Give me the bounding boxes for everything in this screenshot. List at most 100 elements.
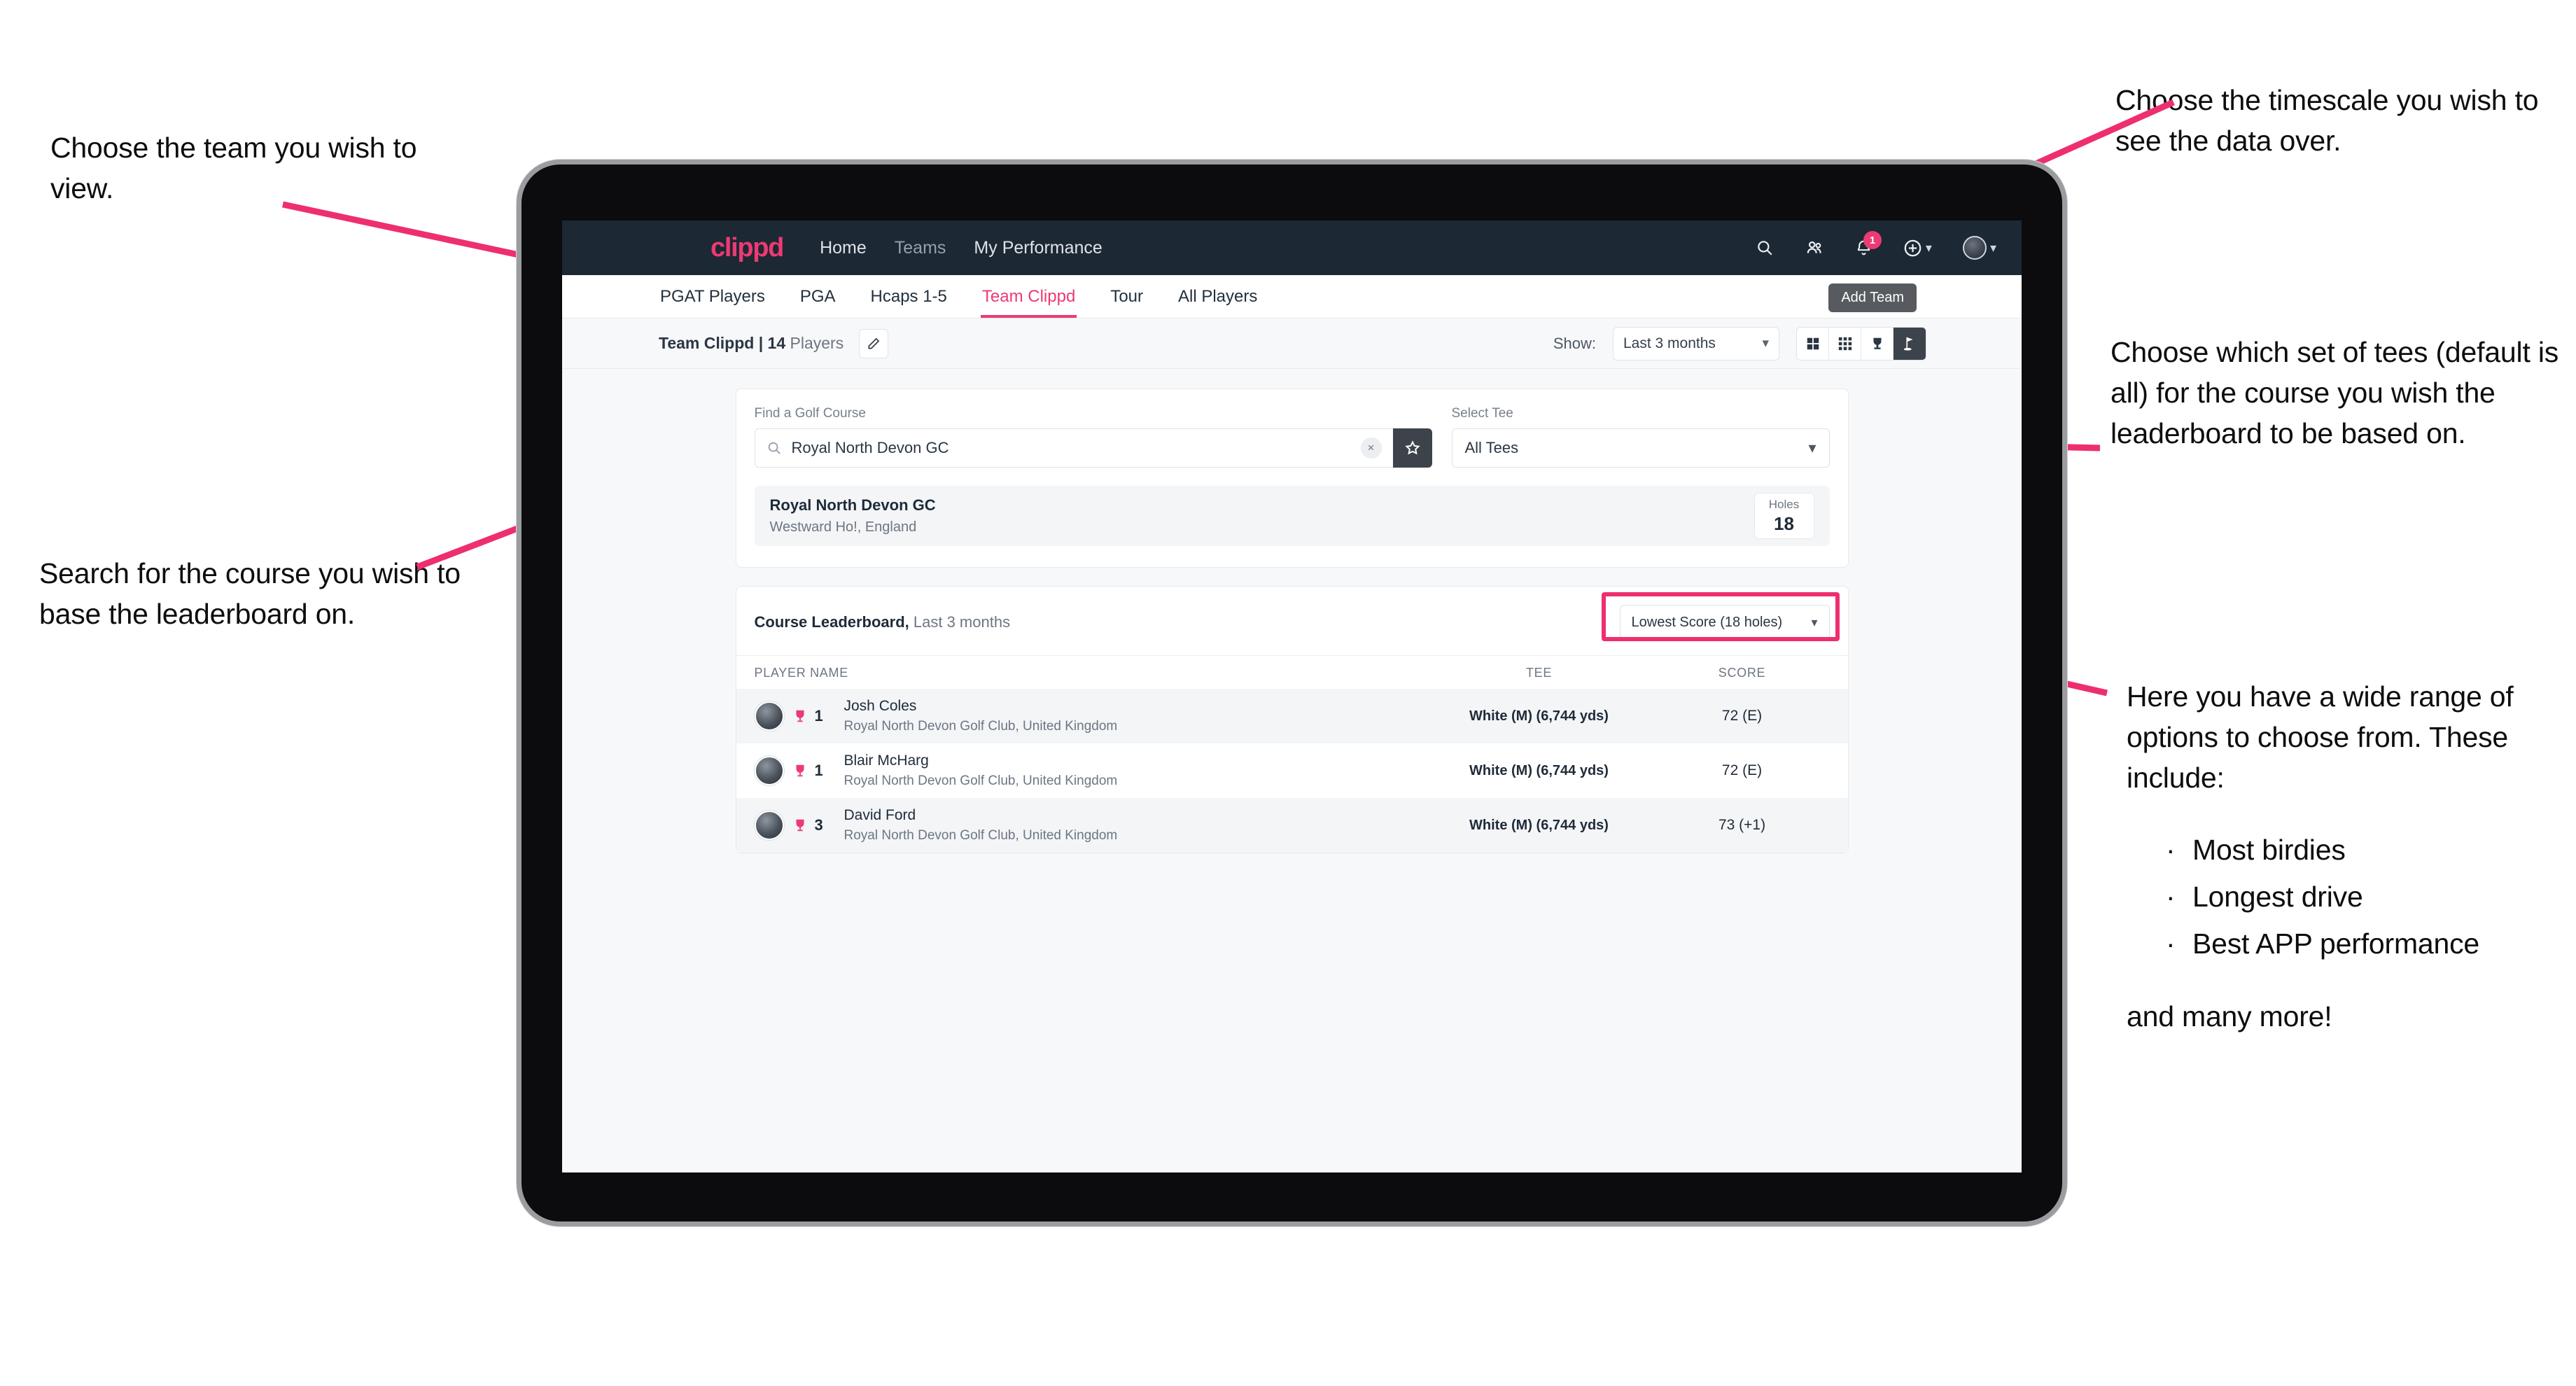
player-info: David Ford Royal North Devon Golf Club, … xyxy=(844,807,1118,844)
player-tee: White (M) (6,744 yds) xyxy=(1469,708,1609,724)
bullet-dot-icon: · xyxy=(2166,880,2176,913)
leaderboard-title-main: Course Leaderboard, xyxy=(754,613,909,631)
player-name: Blair McHarg xyxy=(844,752,929,769)
chevron-down-icon: ▾ xyxy=(1762,336,1769,351)
annotation-choose-team: Choose the team you wish to view. xyxy=(50,132,417,205)
course-search-input[interactable]: Royal North Devon GC × xyxy=(754,428,1393,468)
people-icon[interactable] xyxy=(1805,239,1824,257)
view-grid-small-button[interactable] xyxy=(1829,327,1861,360)
leaderboard-table-header: PLAYER NAME TEE SCORE xyxy=(736,656,1848,689)
leaderboard-title-sub: Last 3 months xyxy=(909,613,1011,631)
table-row[interactable]: 1 Blair McHarg Royal North Devon Golf Cl… xyxy=(736,743,1848,798)
player-score: 72 (E) xyxy=(1721,762,1763,778)
bell-icon[interactable]: 1 xyxy=(1855,231,1882,257)
team-player-count: 14 xyxy=(767,334,786,352)
player-club: Royal North Devon Golf Club, United King… xyxy=(844,774,1118,788)
search-icon xyxy=(768,442,780,454)
notification-badge: 1 xyxy=(1863,231,1882,249)
player-info: Blair McHarg Royal North Devon Golf Club… xyxy=(844,752,1118,789)
search-icon[interactable] xyxy=(1756,239,1774,257)
view-flag-button[interactable] xyxy=(1893,327,1926,360)
top-navbar: clippd Home Teams My Performance 1 ▾ ▾ xyxy=(562,220,2022,275)
tab-pgat-players[interactable]: PGAT Players xyxy=(659,276,766,318)
holes-value: 18 xyxy=(1774,512,1794,534)
chevron-down-icon[interactable]: ▾ xyxy=(1926,241,1932,255)
annotation-search-course: Search for the course you wish to base t… xyxy=(39,557,461,631)
selected-course-name: Royal North Devon GC xyxy=(769,496,936,514)
plus-circle-icon[interactable]: ▾ xyxy=(1903,239,1932,258)
trophy-icon xyxy=(792,708,808,724)
selected-course-row[interactable]: Royal North Devon GC Westward Ho!, Engla… xyxy=(754,486,1830,546)
player-info: Josh Coles Royal North Devon Golf Club, … xyxy=(844,698,1118,734)
annotation-options-intro: Here you have a wide range of options to… xyxy=(2127,680,2514,794)
leaderboard-metric-value: Lowest Score (18 holes) xyxy=(1631,614,1783,630)
player-tee: White (M) (6,744 yds) xyxy=(1469,817,1609,833)
column-header-player-name: PLAYER NAME xyxy=(754,666,848,680)
player-cell: 3 David Ford Royal North Devon Golf Club… xyxy=(754,807,1424,844)
team-tabs: PGAT Players PGA Hcaps 1-5 Team Clippd T… xyxy=(562,275,2022,318)
nav-link-home[interactable]: Home xyxy=(820,238,867,258)
leaderboard-metric-select[interactable]: Lowest Score (18 holes) ▾ xyxy=(1619,605,1830,640)
chevron-down-icon[interactable]: ▾ xyxy=(1990,241,1996,255)
annotation-options-bullets: · Most birdies · Longest drive · Best APP p… xyxy=(2166,830,2576,965)
player-name: Josh Coles xyxy=(844,698,917,714)
tab-hcaps-1-5[interactable]: Hcaps 1-5 xyxy=(869,276,948,318)
player-score: 73 (+1) xyxy=(1718,817,1766,833)
tab-all-players[interactable]: All Players xyxy=(1177,276,1259,318)
pencil-icon xyxy=(868,337,880,349)
view-trophy-button[interactable] xyxy=(1861,327,1893,360)
course-search-inputwrap: Royal North Devon GC × xyxy=(754,428,1432,468)
tee-select-label: Select Tee xyxy=(1451,406,1513,421)
avatar xyxy=(754,811,784,840)
player-club: Royal North Devon Golf Club, United King… xyxy=(844,719,1118,734)
player-score: 72 (E) xyxy=(1721,708,1763,724)
avatar xyxy=(754,701,784,731)
table-row[interactable]: 3 David Ford Royal North Devon Golf Club… xyxy=(736,798,1848,853)
favourite-course-button[interactable] xyxy=(1392,428,1432,468)
clear-search-button[interactable]: × xyxy=(1360,438,1382,458)
edit-team-button[interactable] xyxy=(859,328,889,358)
tee-select-value: All Tees xyxy=(1464,439,1519,456)
chevron-down-icon: ▾ xyxy=(1811,615,1818,629)
team-players-word: Players xyxy=(790,334,844,352)
tab-tour[interactable]: Tour xyxy=(1109,276,1144,318)
selected-course-location: Westward Ho!, England xyxy=(769,519,917,535)
annotation-bullet: · Best APP performance xyxy=(2166,923,2576,964)
nav-link-teams[interactable]: Teams xyxy=(895,238,946,258)
annotation-options-tail: and many more! xyxy=(2127,1000,2332,1033)
table-row[interactable]: 1 Josh Coles Royal North Devon Golf Club… xyxy=(736,689,1848,743)
player-cell: 1 Blair McHarg Royal North Devon Golf Cl… xyxy=(754,752,1424,789)
trophy-icon xyxy=(1873,337,1881,349)
player-rank: 1 xyxy=(814,762,823,779)
main-content: Find a Golf Course Royal North Devon GC … xyxy=(562,369,2022,853)
nav-icon-group: 1 ▾ ▾ xyxy=(1756,231,1996,260)
leaderboard-header: Course Leaderboard, Last 3 months Lowest… xyxy=(736,587,1848,656)
course-leaderboard-card: Course Leaderboard, Last 3 months Lowest… xyxy=(735,586,1849,853)
column-header-tee: TEE xyxy=(1525,666,1553,680)
teambar-controls: Show: Last 3 months ▾ xyxy=(1553,326,1926,360)
annotation-bullet: · Most birdies xyxy=(2166,830,2576,870)
tee-select[interactable]: All Tees ▾ xyxy=(1451,428,1830,468)
view-mode-group xyxy=(1796,326,1926,360)
team-title: Team Clippd | 14 Players xyxy=(659,334,844,353)
clippd-logo[interactable]: clippd xyxy=(710,233,784,263)
avatar[interactable]: ▾ xyxy=(1962,236,1996,260)
player-name: David Ford xyxy=(844,807,916,823)
bullet-dot-icon: · xyxy=(2166,927,2176,960)
tab-pga[interactable]: PGA xyxy=(799,276,837,318)
flag-icon xyxy=(1903,337,1913,351)
trophy-icon xyxy=(792,762,808,779)
bullet-dot-icon: · xyxy=(2166,833,2176,866)
view-grid-large-button[interactable] xyxy=(1797,327,1829,360)
timescale-select[interactable]: Last 3 months ▾ xyxy=(1613,326,1779,360)
team-summary-bar: Team Clippd | 14 Players Show: Last 3 mo… xyxy=(562,318,2022,369)
tee-select-column: Select Tee All Tees ▾ xyxy=(1451,406,1830,468)
player-rank: 1 xyxy=(814,707,823,724)
nav-link-my-performance[interactable]: My Performance xyxy=(974,238,1102,258)
player-rank: 3 xyxy=(814,816,823,834)
tab-team-clippd[interactable]: Team Clippd xyxy=(980,276,1077,318)
grid-small-icon xyxy=(1838,337,1851,350)
avatar xyxy=(754,756,784,785)
screenshot-root: Choose the team you wish to view. Search… xyxy=(0,0,2576,1386)
column-header-score: SCORE xyxy=(1718,666,1766,680)
